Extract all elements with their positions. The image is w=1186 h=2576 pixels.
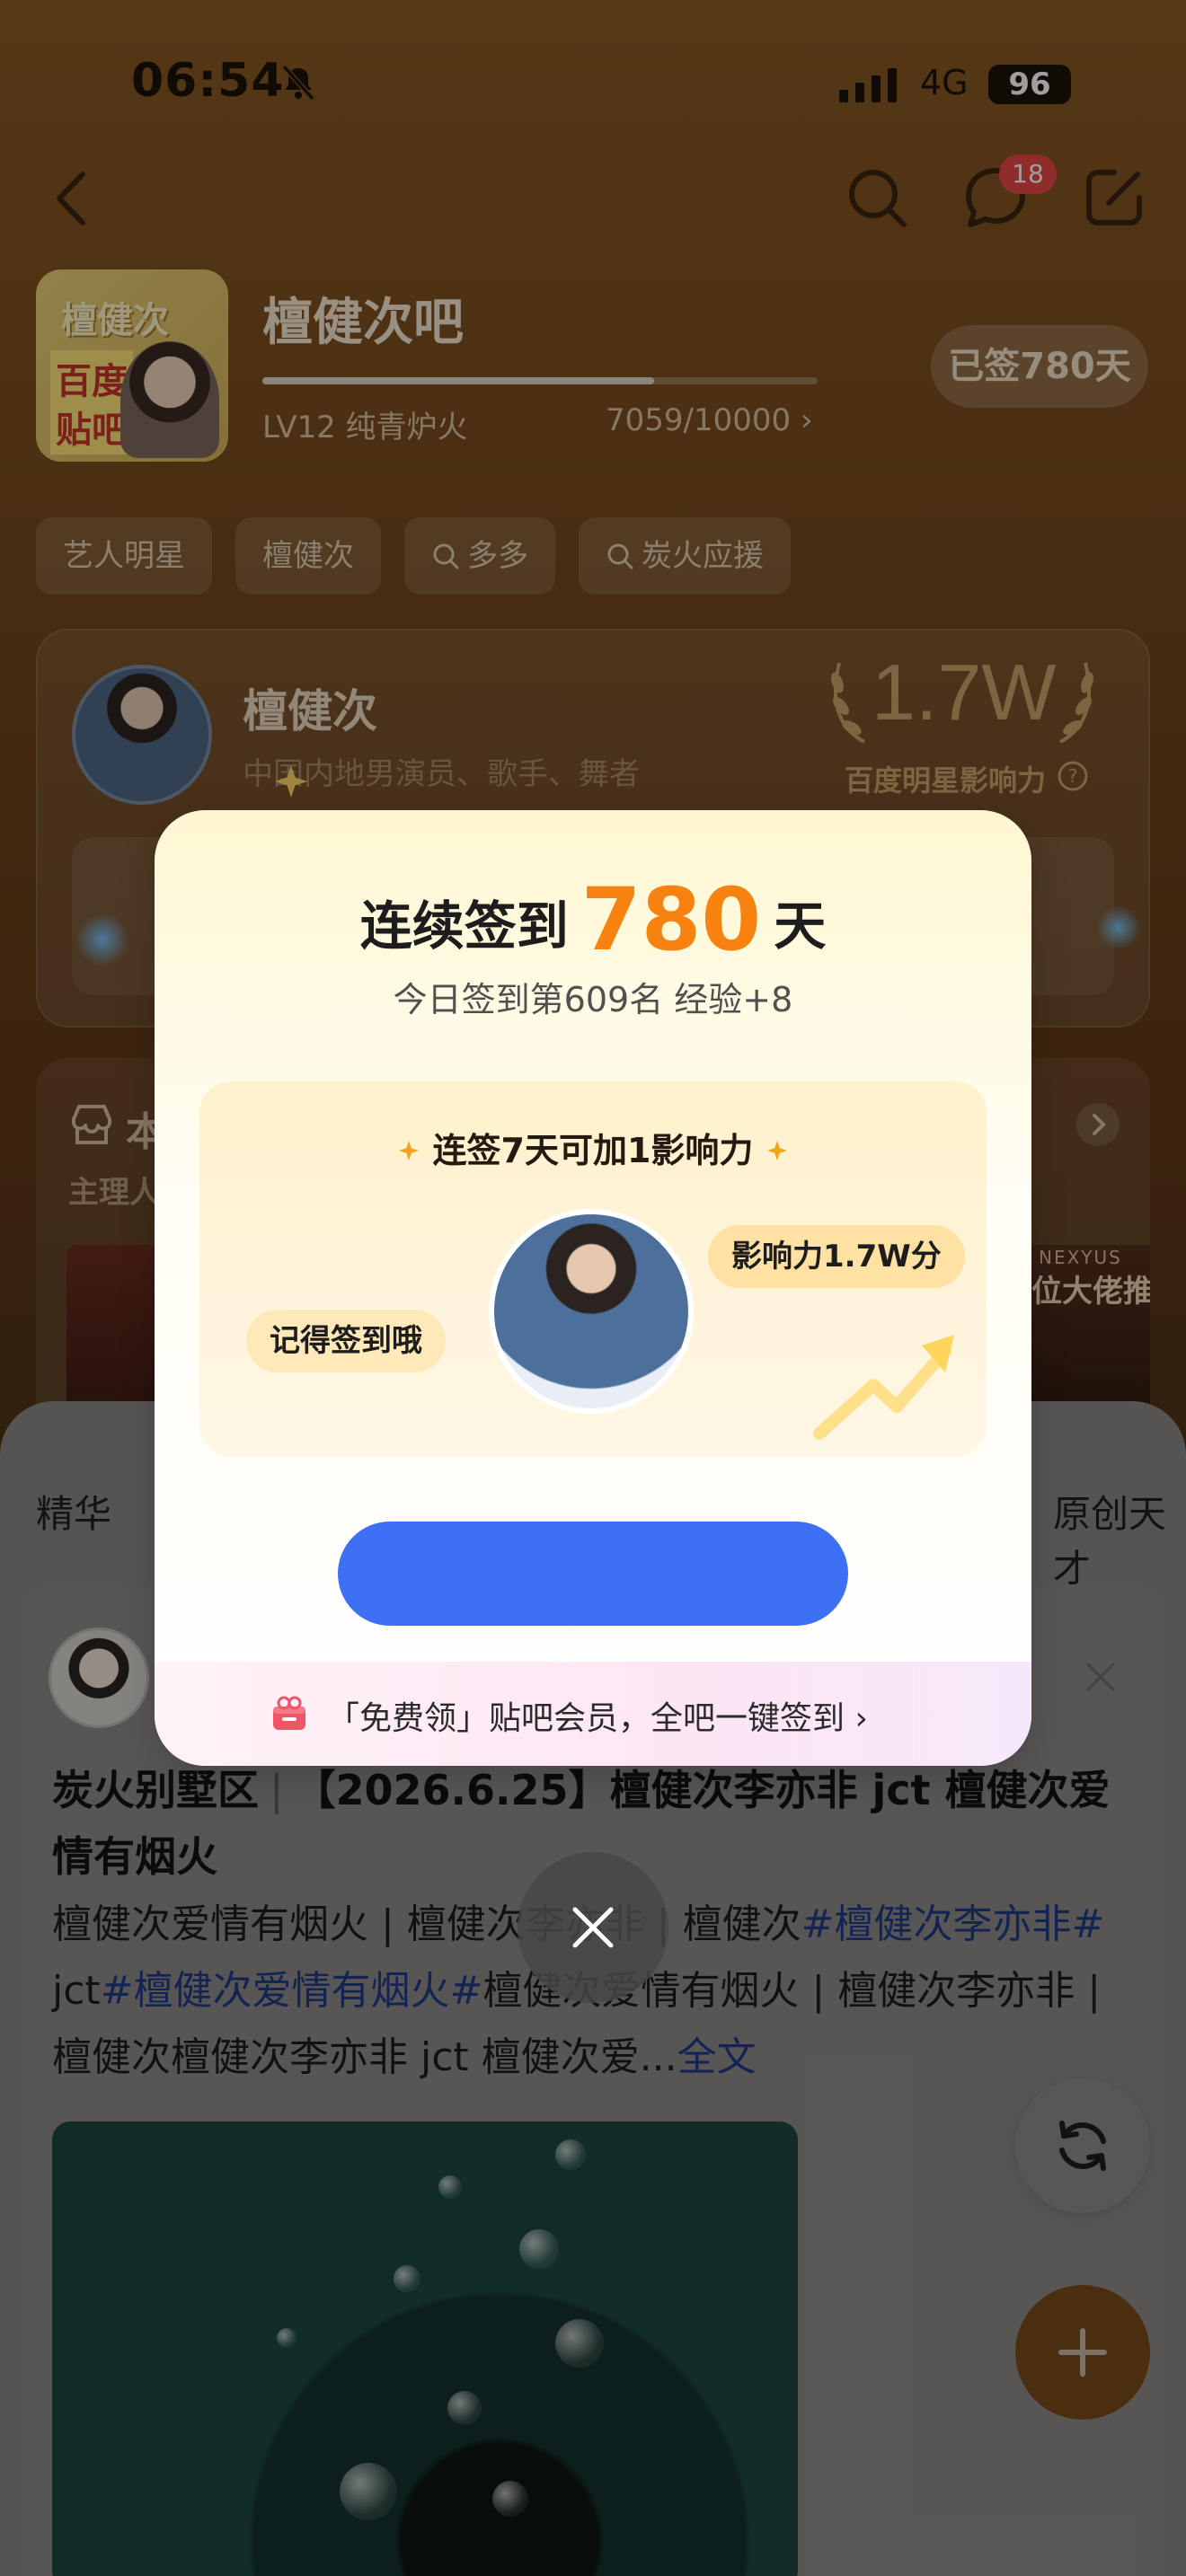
close-icon (572, 1907, 614, 1948)
forum-page: 06:54 4G 96 18 檀健次 百度 贴吧 檀健次吧 LV12 纯青炉火 … (0, 0, 1186, 2576)
modal-title-prefix: 连续签到 (359, 895, 569, 957)
modal-days: 780 (580, 869, 762, 970)
modal-subtitle: 今日签到第609名 经验+8 (393, 980, 793, 1019)
member-promo-text: 「免费领」贴吧会员，全吧一键签到 › (327, 1700, 868, 1737)
modal-close-button[interactable] (518, 1852, 668, 2003)
reward-title: 连签7天可加1影响力 (199, 1123, 987, 1172)
influence-bubble: 影响力1.7W分 (708, 1225, 965, 1288)
star-photo (489, 1209, 694, 1414)
sparkle-icon (398, 1141, 419, 1160)
gift-icon (273, 1696, 305, 1730)
sign-in-confirm-button[interactable] (338, 1522, 848, 1626)
member-promo-bar[interactable]: 「免费领」贴吧会员，全吧一键签到 › (155, 1662, 1031, 1766)
reminder-bubble: 记得签到哦 (246, 1310, 446, 1372)
reward-card: 连签7天可加1影响力 记得签到哦 影响力1.7W分 (199, 1081, 987, 1457)
modal-title-suffix: 天 (774, 895, 827, 957)
sign-in-modal: 连续签到 780 天 今日签到第609名 经验+8 连签7天可加1影响力 记得签到哦… (155, 810, 1031, 1766)
trend-arrow-icon (813, 1335, 954, 1440)
reward-title-text: 连签7天可加1影响力 (432, 1131, 754, 1170)
sparkle-icon (767, 1141, 788, 1160)
modal-title: 连续签到 780 天 (155, 869, 1031, 970)
